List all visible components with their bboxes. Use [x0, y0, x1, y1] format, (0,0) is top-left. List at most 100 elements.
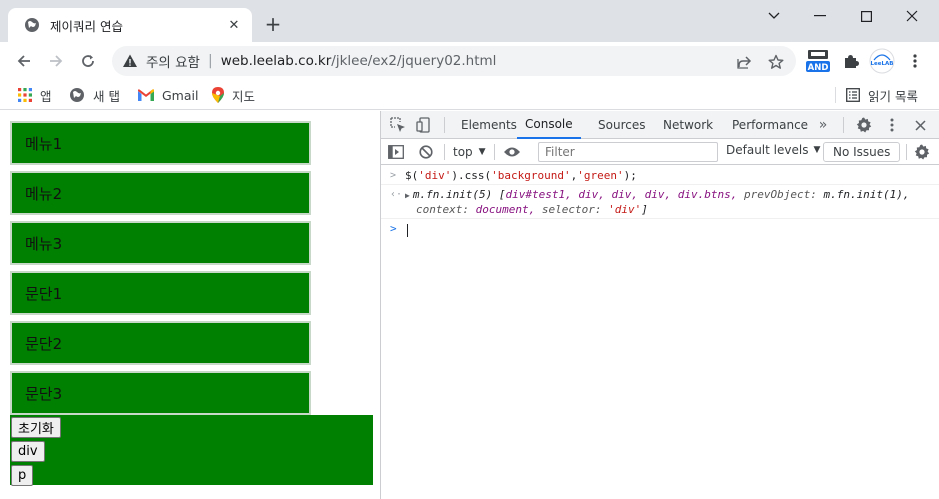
box-label: 메뉴3 [25, 234, 63, 253]
close-devtools-icon[interactable] [911, 116, 929, 134]
tab-console[interactable]: Console [517, 111, 581, 139]
console-settings-gear-icon[interactable] [913, 143, 931, 161]
live-expression-eye-icon[interactable] [503, 143, 521, 161]
reading-list-label: 읽기 목록 [868, 88, 918, 104]
gmail-icon [138, 89, 154, 101]
new-tab-button[interactable]: + [262, 14, 284, 36]
close-tab-icon[interactable]: ✕ [226, 17, 242, 33]
url-path: /jklee/ex2/jquery02.html [331, 53, 497, 69]
reload-button[interactable] [76, 49, 100, 73]
prompt-chevron-icon: > [390, 222, 397, 235]
context-selector[interactable]: top ▼ [453, 143, 486, 161]
devtools-tab-bar: Elements Console Sources Network Perform… [381, 111, 939, 139]
back-button[interactable] [12, 49, 36, 73]
cmd-part: ); [623, 169, 637, 182]
bookmark-new-tab[interactable]: 새 탭 [69, 85, 120, 105]
devtools-menu-icon[interactable] [883, 116, 901, 134]
menu-box-2: 메뉴2 [10, 171, 311, 215]
apps-grid-icon [18, 88, 32, 102]
result-part: m.fn.init(5) [ [412, 188, 506, 201]
maps-pin-icon [212, 87, 224, 103]
bookmark-label: 지도 [232, 88, 256, 104]
settings-gear-icon[interactable] [855, 116, 873, 134]
url-host: web.leelab.co.kr [220, 53, 332, 69]
tab-performance[interactable]: Performance [732, 111, 808, 139]
chevron-down-icon: ▼ [478, 147, 486, 157]
cmd-string: 'div' [418, 169, 452, 182]
cmd-part: $( [405, 169, 419, 182]
puzzle-icon [845, 55, 859, 68]
leelab-profile-button[interactable]: LeeLAB [868, 48, 896, 74]
bookmarks-divider [835, 87, 836, 103]
console-output: > $('div').css('background','green'); ‹·… [381, 165, 939, 241]
reading-list-icon [846, 88, 860, 102]
devtools-panel: Elements Console Sources Network Perform… [380, 111, 939, 499]
log-levels-dropdown[interactable]: Default levels ▼ [726, 143, 820, 157]
forward-button[interactable] [44, 49, 68, 73]
cmd-string: 'green' [577, 169, 624, 182]
console-filter-input[interactable] [538, 142, 718, 162]
browser-tab[interactable]: 제이쿼리 연습 ✕ [8, 8, 252, 42]
result-key: context: [416, 203, 469, 216]
reset-button[interactable]: 초기화 [11, 417, 61, 438]
button-container: 초기화 div p [10, 415, 373, 486]
menu-box-3: 메뉴3 [10, 221, 311, 265]
text-caret [407, 223, 408, 237]
leelab-avatar-label: LeeLAB [871, 61, 894, 67]
div-button[interactable]: div [11, 441, 45, 462]
more-tabs-icon[interactable]: » [814, 116, 832, 134]
extensions-button[interactable] [838, 48, 864, 74]
expand-triangle-icon[interactable]: ▶ [405, 191, 410, 200]
result-value: m.fn.init(1), [816, 188, 910, 201]
p-button[interactable]: p [11, 465, 34, 486]
address-bar[interactable]: 주의 요함 | web.leelab.co.kr/jklee/ex2/jquer… [112, 46, 796, 76]
result-items: div#test1, div, div, div, div.btns, [505, 188, 738, 201]
close-window-button[interactable] [889, 4, 935, 28]
console-command[interactable]: $('div').css('background','green'); [405, 169, 637, 182]
paragraph-box-1: 문단1 [10, 271, 311, 315]
reload-icon [82, 55, 94, 67]
box-label: 문단2 [25, 334, 63, 353]
and-extension-button[interactable]: AND [804, 48, 832, 74]
console-toolbar: top ▼ Default levels ▼ No Issues [381, 139, 939, 165]
show-sidebar-icon[interactable] [387, 143, 405, 161]
bookmark-gmail[interactable]: Gmail [138, 85, 198, 105]
result-key: prevObject: [737, 188, 817, 201]
and-extension-icon: AND [806, 50, 830, 73]
kebab-menu-icon [913, 54, 917, 68]
chevron-down-icon: ▼ [813, 145, 821, 155]
globe-icon [70, 88, 84, 102]
box-label: 메뉴1 [25, 134, 63, 153]
box-label: 문단3 [25, 384, 63, 403]
console-result[interactable]: ▶ m.fn.init(5) [div#test1, div, div, div,… [405, 188, 910, 216]
security-warning-label: 주의 요함 [146, 55, 200, 71]
inspect-element-icon[interactable] [389, 116, 407, 134]
bookmark-label: Gmail [162, 87, 199, 103]
share-icon[interactable] [735, 53, 753, 71]
bookmark-maps[interactable]: 지도 [212, 85, 255, 105]
bookmark-label: 새 탭 [93, 88, 120, 104]
result-key: selector: [535, 203, 602, 216]
console-command-line: > $('div').css('background','green'); [381, 165, 939, 185]
browser-menu-button[interactable] [902, 48, 928, 74]
device-toolbar-icon[interactable] [415, 116, 433, 134]
devtools-divider [843, 117, 844, 133]
reading-list-button[interactable]: 읽기 목록 [846, 85, 918, 105]
result-value: document, [468, 203, 536, 216]
tab-search-icon[interactable] [751, 4, 797, 28]
maximize-button[interactable] [843, 4, 889, 28]
paragraph-box-2: 문단2 [10, 321, 311, 365]
bookmark-apps[interactable]: 앱 [18, 85, 52, 105]
issues-button[interactable]: No Issues [823, 142, 901, 162]
clear-console-icon[interactable] [417, 143, 435, 161]
tab-network[interactable]: Network [663, 111, 713, 139]
minimize-button[interactable] [797, 4, 843, 28]
result-part: ] [641, 203, 648, 216]
tab-elements[interactable]: Elements [461, 111, 517, 139]
bookmark-star-icon[interactable] [767, 53, 785, 71]
tab-sources[interactable]: Sources [598, 111, 645, 139]
log-levels-label: Default levels [726, 143, 809, 157]
console-prompt-line[interactable]: > [381, 219, 939, 241]
devtools-divider [906, 144, 907, 160]
globe-icon [25, 18, 39, 32]
